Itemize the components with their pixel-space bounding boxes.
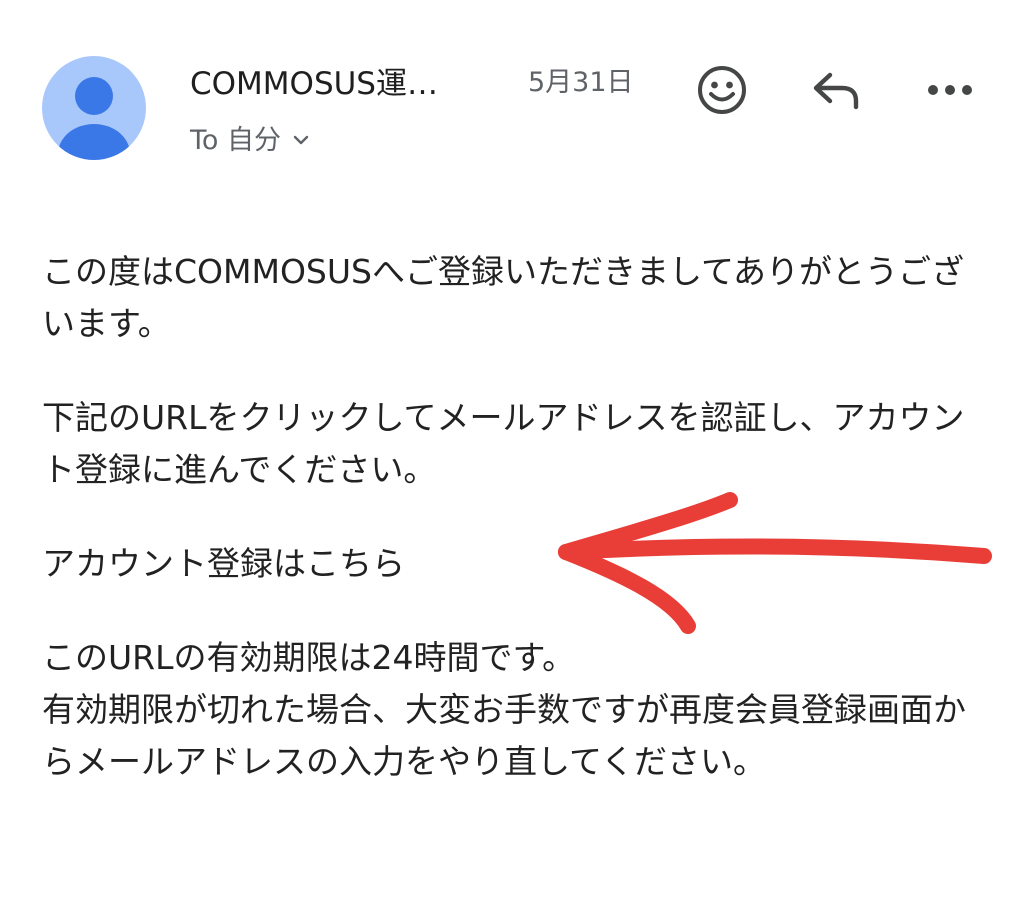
instruction-paragraph: 下記のURLをクリックしてメールアドレスを認証し、アカウント登録に進んでください… (42, 398, 965, 489)
more-horizontal-icon (928, 85, 972, 95)
emoji-reaction-icon (698, 66, 746, 114)
greeting-paragraph: この度はCOMMOSUSへご登録いただきましてありがとうございます。 (42, 252, 965, 343)
expiry-notice: このURLの有効期限は24時間です。 (42, 638, 576, 677)
recipient-label: To 自分 (190, 125, 282, 156)
expiry-paragraph: このURLの有効期限は24時間です。 有効期限が切れた場合、大変お手数ですが再度… (42, 632, 982, 788)
person-icon (58, 77, 130, 160)
annotation-arrow-icon (558, 492, 992, 634)
avatar[interactable] (42, 56, 146, 160)
reply-button[interactable] (808, 62, 866, 118)
chevron-down-icon (293, 122, 309, 153)
reply-icon (813, 72, 859, 110)
emoji-reaction-button[interactable] (694, 62, 750, 118)
sender-name[interactable]: COMMOSUS運… (190, 58, 438, 103)
recipient-toggle[interactable]: To 自分 (190, 118, 309, 157)
message-date: 5月31日 (528, 67, 634, 98)
more-options-button[interactable] (922, 62, 978, 118)
expiry-instructions: 有効期限が切れた場合、大変お手数ですが再度会員登録画面からメールアドレスの入力を… (42, 690, 966, 781)
